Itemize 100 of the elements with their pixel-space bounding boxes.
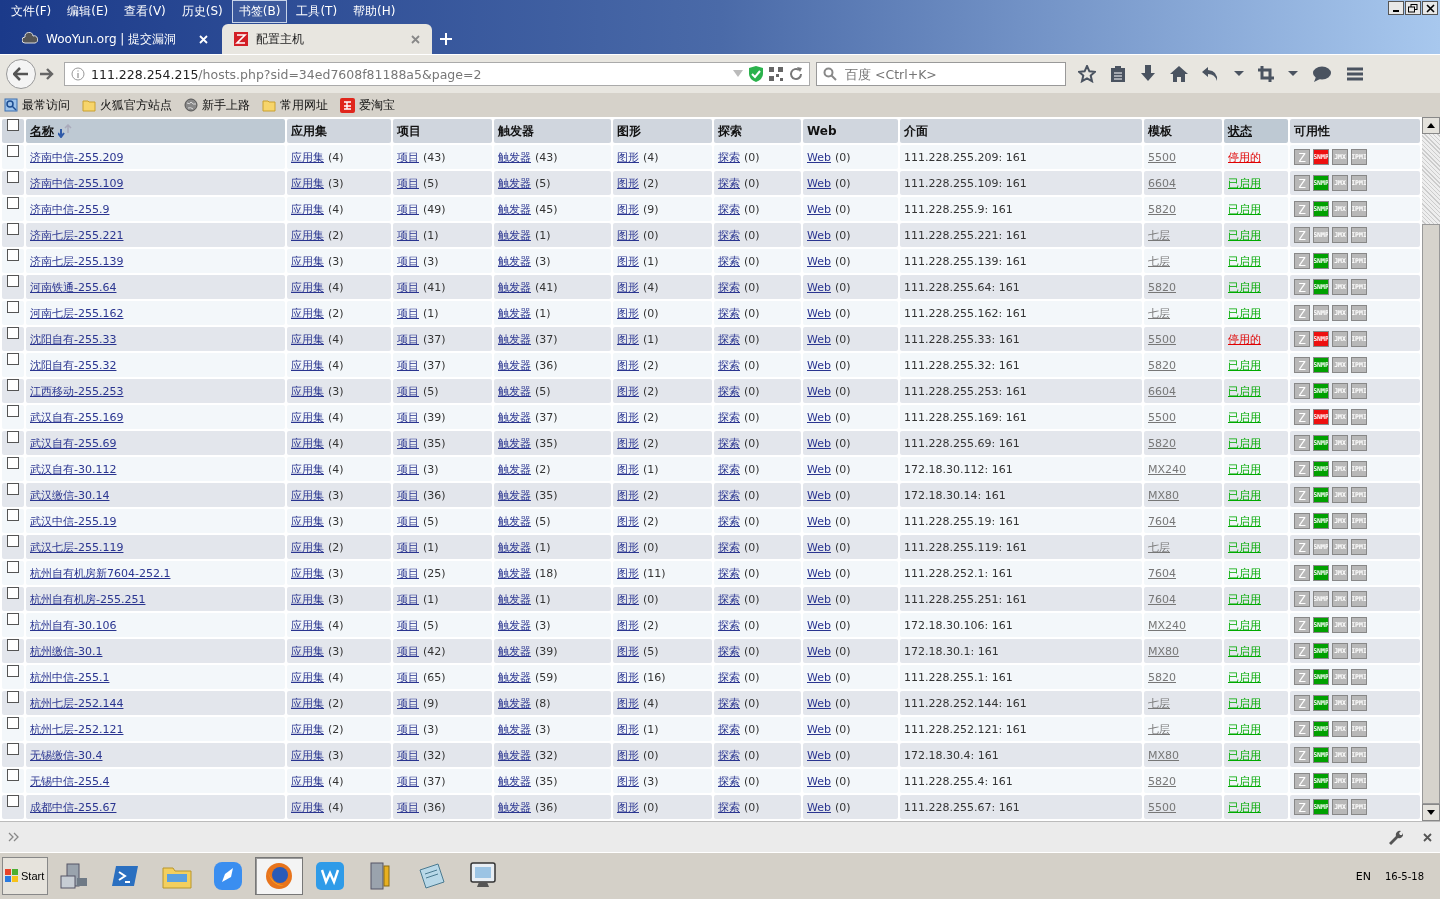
template-link[interactable]: 7604 [1148,592,1176,606]
select-all-checkbox[interactable] [7,119,19,131]
double-chevron-icon[interactable] [8,832,20,842]
count-link[interactable]: Web [807,150,831,164]
host-link[interactable]: 杭州缴信-30.1 [30,643,103,659]
count-link[interactable]: 项目 [397,721,419,737]
row-checkbox[interactable] [7,587,19,599]
chat-icon[interactable] [1312,66,1332,82]
template-link[interactable]: MX240 [1148,618,1187,632]
template-link[interactable]: 5820 [1148,436,1176,450]
count-link[interactable]: 触发器 [498,253,531,269]
count-link[interactable]: 应用集 [291,331,324,347]
count-link[interactable]: 触发器 [498,305,531,321]
template-link[interactable]: MX240 [1148,462,1187,476]
count-link[interactable]: 触发器 [498,617,531,633]
count-link[interactable]: 项目 [397,591,419,607]
host-link[interactable]: 成都中信-255.67 [30,799,117,815]
menu-item[interactable]: 历史(S) [174,0,230,23]
host-link[interactable]: 武汉自有-30.112 [30,461,117,477]
menu-item[interactable]: 帮助(H) [346,0,403,23]
host-link[interactable]: 济南中信-255.209 [30,149,124,165]
template-link[interactable]: 5500 [1148,150,1176,164]
count-link[interactable]: Web [807,566,831,580]
count-link[interactable]: 触发器 [498,201,531,217]
count-link[interactable]: 探索 [718,357,740,373]
count-link[interactable]: 应用集 [291,487,324,503]
row-checkbox[interactable] [7,691,19,703]
count-link[interactable]: 探索 [718,591,740,607]
caret-icon[interactable] [1234,71,1244,77]
count-link[interactable]: 探索 [718,227,740,243]
count-link[interactable]: 项目 [397,409,419,425]
count-link[interactable]: 应用集 [291,305,324,321]
row-checkbox[interactable] [7,249,19,261]
host-link[interactable]: 武汉自有-255.169 [30,409,124,425]
count-link[interactable]: 触发器 [498,279,531,295]
sort-arrows-icon[interactable] [58,124,72,138]
bookmark-item[interactable]: 新手上路 [184,96,250,114]
count-link[interactable]: 探索 [718,799,740,815]
count-link[interactable]: 探索 [718,409,740,425]
star-icon[interactable] [1078,65,1096,83]
count-link[interactable]: 应用集 [291,461,324,477]
row-checkbox[interactable] [7,613,19,625]
count-link[interactable]: 图形 [617,409,639,425]
count-link[interactable]: 项目 [397,669,419,685]
count-link[interactable]: 图形 [617,435,639,451]
template-link[interactable]: 7604 [1148,514,1176,528]
host-link[interactable]: 济南中信-255.9 [30,201,110,217]
count-link[interactable]: 探索 [718,721,740,737]
clipboard-icon[interactable] [1110,65,1126,83]
count-link[interactable]: 应用集 [291,643,324,659]
template-link[interactable]: 5820 [1148,670,1176,684]
count-link[interactable]: 探索 [718,669,740,685]
count-link[interactable]: 触发器 [498,149,531,165]
row-checkbox[interactable] [7,743,19,755]
count-link[interactable]: 应用集 [291,695,324,711]
bookmark-item[interactable]: 常用网址 [262,96,328,114]
count-link[interactable]: 应用集 [291,747,324,763]
address-bar[interactable]: 111.228.254.215/hosts.php?sid=34ed7608f81188a5&page=2 [64,62,810,86]
count-link[interactable]: 图形 [617,331,639,347]
host-link[interactable]: 杭州七层-252.121 [30,721,124,737]
count-link[interactable]: 应用集 [291,799,324,815]
count-link[interactable]: 触发器 [498,591,531,607]
count-link[interactable]: 图形 [617,565,639,581]
back-button[interactable] [6,59,36,89]
template-link[interactable]: 七层 [1148,227,1170,243]
count-link[interactable]: 图形 [617,149,639,165]
count-link[interactable]: 图形 [617,253,639,269]
count-link[interactable]: Web [807,748,831,762]
host-link[interactable]: 河南七层-255.162 [30,305,124,321]
template-link[interactable]: 6604 [1148,176,1176,190]
host-link[interactable]: 河南铁通-255.64 [30,279,117,295]
undo-icon[interactable] [1202,66,1220,82]
template-link[interactable]: 5500 [1148,800,1176,814]
row-checkbox[interactable] [7,197,19,209]
count-link[interactable]: 应用集 [291,513,324,529]
count-link[interactable]: 触发器 [498,461,531,477]
count-link[interactable]: 探索 [718,435,740,451]
count-link[interactable]: 探索 [718,305,740,321]
row-checkbox[interactable] [7,353,19,365]
count-link[interactable]: 图形 [617,799,639,815]
shield-icon[interactable] [749,66,763,82]
row-checkbox[interactable] [7,717,19,729]
count-link[interactable]: 项目 [397,279,419,295]
count-link[interactable]: 图形 [617,175,639,191]
template-link[interactable]: 5820 [1148,280,1176,294]
count-link[interactable]: Web [807,722,831,736]
row-checkbox[interactable] [7,483,19,495]
row-checkbox[interactable] [7,795,19,807]
template-link[interactable]: 5500 [1148,410,1176,424]
template-link[interactable]: 6604 [1148,384,1176,398]
template-link[interactable]: 七层 [1148,695,1170,711]
count-link[interactable]: 图形 [617,617,639,633]
row-checkbox[interactable] [7,327,19,339]
bookmark-item[interactable]: 爱淘宝 [340,96,395,114]
count-link[interactable]: Web [807,774,831,788]
host-link[interactable]: 杭州自有-30.106 [30,617,117,633]
count-link[interactable]: 触发器 [498,227,531,243]
count-link[interactable]: 探索 [718,175,740,191]
count-link[interactable]: 项目 [397,643,419,659]
template-link[interactable]: 七层 [1148,305,1170,321]
